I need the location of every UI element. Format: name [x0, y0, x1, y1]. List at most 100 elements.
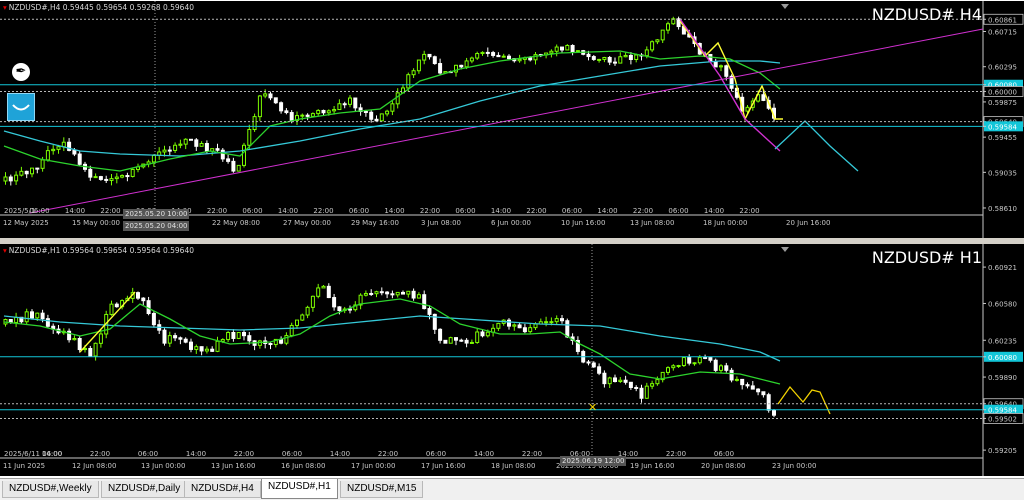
pen-icon[interactable]: ✒: [12, 63, 30, 81]
candle-body: [204, 142, 209, 152]
price-label: 0.60295: [988, 64, 1017, 72]
candle-body: [321, 285, 326, 289]
candle-body: [173, 144, 178, 151]
candle-body: [109, 178, 114, 181]
candle-body: [257, 95, 262, 118]
candle-body: [512, 324, 517, 327]
tab-m15[interactable]: NZDUSD#,M15: [340, 481, 424, 498]
candle-body: [363, 110, 368, 113]
candle-body: [120, 175, 125, 178]
candle-body: [14, 316, 19, 323]
hour-label: 22:00: [100, 207, 120, 215]
candle-body: [189, 138, 193, 141]
candle-body: [469, 57, 474, 62]
candle-body: [226, 331, 231, 341]
candle-body: [533, 54, 538, 61]
candle-body: [697, 356, 702, 364]
candle-body: [98, 176, 103, 180]
candle-body: [88, 347, 93, 357]
tab-weekly[interactable]: NZDUSD#,Weekly: [2, 481, 99, 498]
candle-body: [554, 46, 559, 52]
price-label: 0.59035: [988, 169, 1017, 177]
candle-body: [348, 308, 352, 311]
candle-body: [586, 361, 591, 364]
tab-h4[interactable]: NZDUSD#,H4: [184, 481, 261, 498]
candle-body: [480, 331, 485, 337]
candle-body: [77, 153, 82, 165]
moving-average-slow: [3, 315, 781, 362]
hour-label: 06:00: [242, 207, 262, 215]
h1-ohlc-text: NZDUSD#,H1 0.59564 0.59654 0.59564 0.596…: [8, 246, 194, 255]
chart-menu-icon[interactable]: ▾: [3, 246, 7, 255]
candle-body: [597, 366, 602, 374]
candle-body: [8, 176, 13, 182]
candle-body: [242, 331, 246, 337]
time-label: 19 Jun 16:00: [630, 462, 674, 470]
h4-chart-canvas[interactable]: 0.608610.607150.602950.600800.600000.598…: [0, 1, 1024, 238]
candle-body: [289, 324, 294, 337]
candle-body: [167, 335, 172, 344]
candle-body: [125, 175, 130, 178]
candle-body: [178, 143, 183, 146]
candle-body: [204, 348, 209, 352]
candle-body: [650, 383, 655, 387]
candle-body: [756, 388, 761, 393]
candle-body: [591, 56, 596, 60]
candle-body: [522, 327, 527, 333]
candle-body: [363, 292, 368, 296]
candle-body: [300, 314, 305, 321]
h4-chart-pane[interactable]: 0.60861 0.60715 0.60295 0.60080 0.60000 0.598…: [0, 1, 1024, 238]
hour-label: 14:00: [278, 207, 298, 215]
bowl-icon[interactable]: [7, 93, 35, 121]
candle-body: [464, 339, 469, 344]
candle-body: [565, 44, 570, 51]
crosshair-date-label: 2025.06.19 12:00: [562, 457, 624, 465]
candle-body: [719, 365, 723, 371]
candle-body: [448, 337, 453, 344]
tab-daily[interactable]: NZDUSD#,Daily: [101, 481, 188, 498]
candle-body: [104, 178, 109, 181]
candle-body: [724, 65, 729, 77]
candle-body: [72, 149, 77, 155]
price-label: 0.59502: [988, 415, 1017, 423]
hour-label: 06:00: [29, 207, 49, 215]
candle-body: [565, 320, 570, 338]
candle-body: [586, 53, 591, 58]
candle-body: [560, 318, 564, 322]
chart-menu-icon[interactable]: ▾: [3, 3, 7, 12]
candle-body: [618, 56, 623, 64]
candle-body: [703, 356, 708, 359]
candle-body: [310, 295, 315, 308]
candle-body: [613, 377, 617, 383]
hour-label: 06:00: [426, 450, 446, 458]
candle-body: [310, 113, 315, 117]
tab-h1[interactable]: NZDUSD#,H1: [261, 479, 338, 499]
candle-body: [316, 287, 321, 297]
candle-body: [560, 46, 564, 51]
candle-body: [337, 306, 342, 311]
hour-label: 22:00: [420, 207, 440, 215]
candle-body: [385, 110, 390, 115]
candle-body: [395, 92, 400, 105]
candle-body: [273, 97, 278, 104]
h4-ohlc-text: NZDUSD#,H4 0.59445 0.59654 0.59268 0.596…: [8, 3, 194, 12]
candle-body: [45, 150, 50, 161]
candle-body: [708, 357, 713, 361]
price-label: 0.59584: [988, 123, 1017, 131]
candle-body: [623, 54, 628, 58]
candle-body: [379, 291, 384, 294]
candle-body: [676, 365, 681, 368]
candle-body: [427, 308, 432, 315]
candle-body: [607, 377, 612, 385]
h1-chart-pane[interactable]: 0.609210.605800.602350.600800.598900.596…: [0, 244, 1024, 476]
crosshair-date-label: 2025.05.20 10:00: [125, 210, 187, 218]
candle-body: [194, 346, 199, 350]
h1-chart-canvas[interactable]: 0.609210.605800.602350.600800.598900.596…: [0, 244, 1024, 476]
candle-body: [40, 312, 45, 320]
candle-body: [416, 59, 421, 72]
time-label: 10 Jun 16:00: [561, 219, 605, 227]
candle-body: [77, 337, 82, 351]
candle-body: [167, 149, 172, 152]
candle-body: [628, 381, 633, 388]
candle-body: [215, 148, 220, 151]
